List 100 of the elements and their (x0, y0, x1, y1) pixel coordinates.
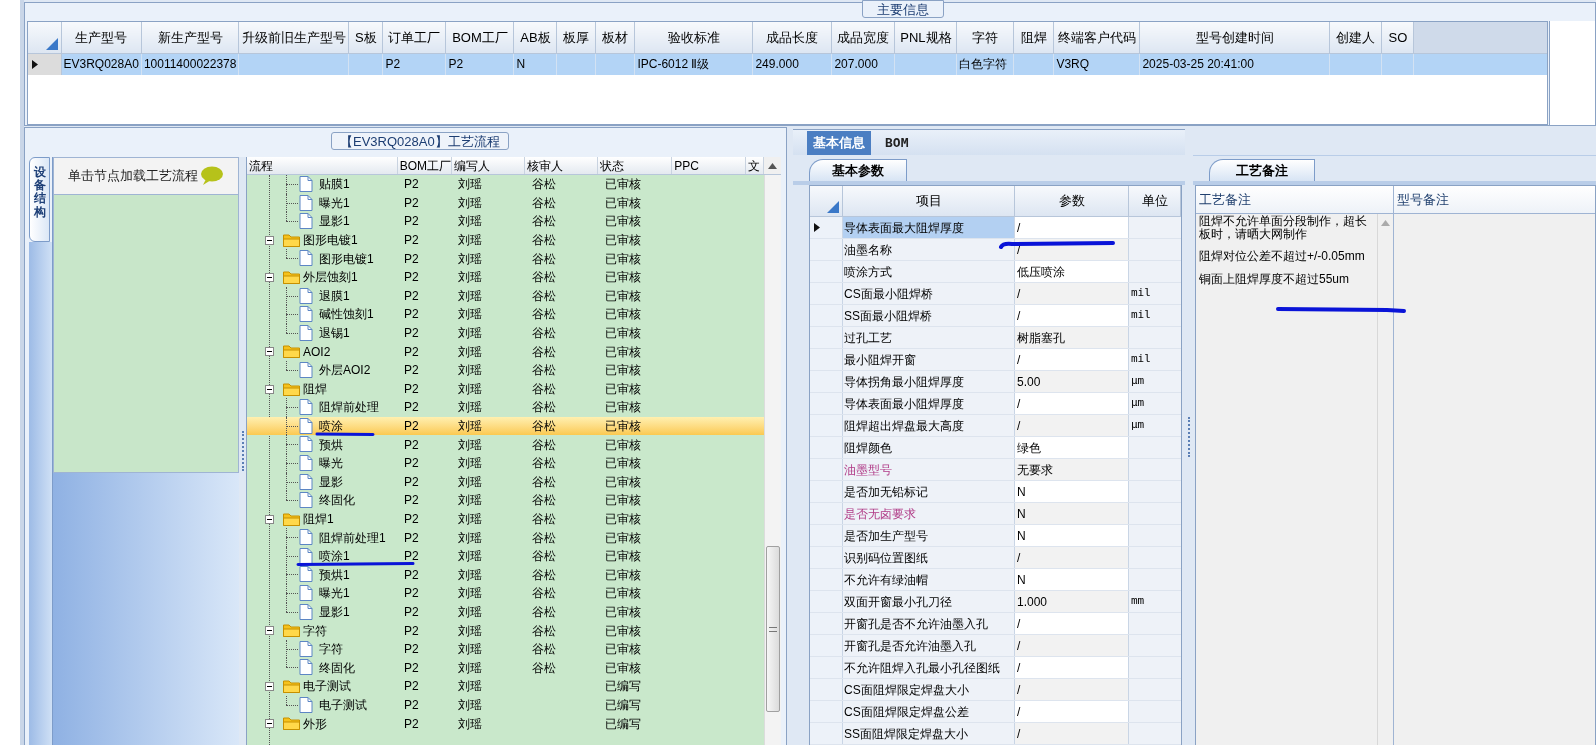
table-row[interactable]: 是否加生产型号 N (810, 525, 1181, 547)
column-header[interactable]: 板厚 (556, 22, 596, 53)
column-header[interactable]: S板 (348, 22, 383, 53)
table-row[interactable]: 过孔工艺 树脂塞孔 (810, 327, 1181, 349)
column-header[interactable]: 验收标准 (634, 22, 753, 53)
tree-row[interactable]: AOI2 P2 刘瑶 谷松 已审核 (247, 342, 765, 361)
tree-row[interactable]: 预烘 P2 刘瑶 谷松 已审核 (247, 435, 765, 454)
tab[interactable]: 基本参数 (809, 159, 907, 181)
tree-row[interactable]: 曝光 P2 刘瑶 谷松 已审核 (247, 453, 765, 473)
tree-node-label[interactable]: 字符 (303, 621, 327, 640)
tree-node-label[interactable]: 预烘1 (319, 565, 350, 584)
tree-row[interactable]: 喷涂 P2 刘瑶 谷松 已审核 (247, 416, 765, 436)
tree-row[interactable]: 外层AOI2 P2 刘瑶 谷松 已审核 (247, 360, 765, 380)
collapse-icon[interactable] (265, 235, 274, 245)
collapse-icon[interactable] (265, 719, 274, 729)
tree-node-label[interactable]: 外层蚀刻1 (303, 268, 358, 287)
table-row[interactable]: 油墨名称 / (810, 239, 1181, 261)
tree-row[interactable]: 外层蚀刻1 P2 刘瑶 谷松 已审核 (247, 267, 765, 287)
column-header[interactable]: 升级前旧生产型号 (238, 22, 349, 53)
tab[interactable]: 基本信息 (807, 131, 871, 155)
column-header[interactable]: 订单工厂 (382, 22, 446, 53)
table-row[interactable]: 不允许阻焊入孔最小孔径图纸 / (810, 657, 1181, 679)
table-row[interactable]: 阻焊颜色 绿色 (810, 437, 1181, 459)
column-header[interactable]: BOM工厂 (445, 22, 514, 53)
tree-node-label[interactable]: 显影1 (319, 212, 350, 231)
table-row[interactable]: 导体拐角最小阻焊厚度 5.00 μm (810, 371, 1181, 393)
column-header[interactable]: 编写人 (451, 157, 526, 174)
tree-node-label[interactable]: 曝光 (319, 454, 343, 473)
tree-node-label[interactable]: 阻焊前处理1 (319, 528, 386, 547)
column-header[interactable]: 流程 (247, 157, 398, 174)
tree-row[interactable]: 退膜1 P2 刘瑶 谷松 已审核 (247, 286, 765, 306)
column-header[interactable]: 参数 (1015, 186, 1129, 216)
tree-row[interactable]: 电子测试 P2 刘瑶 已编写 (247, 695, 765, 715)
column-header[interactable]: 型号创建时间 (1139, 22, 1330, 53)
column-header[interactable]: 核审人 (525, 157, 599, 174)
tree-row[interactable]: 显影1 P2 刘瑶 谷松 已审核 (247, 212, 765, 231)
column-header[interactable]: 创建人 (1329, 22, 1382, 53)
tree-node-label[interactable]: 电子测试 (319, 695, 367, 714)
tree-node-label[interactable]: 阻焊前处理 (319, 398, 379, 417)
tab[interactable]: BOM (879, 131, 915, 155)
tree-node-label[interactable]: 终固化 (319, 491, 355, 510)
tree-row[interactable]: 喷涂1 P2 刘瑶 谷松 已审核 (247, 546, 765, 566)
table-row[interactable]: EV3RQ028A0 10011400022378 P2 P2 N IPC-6012 Ⅱ级 249.000 207.000 白色字符 V3RQ 2025-03-25 20:41:00 (28, 53, 1547, 75)
column-header[interactable]: 工艺备注 (1196, 186, 1394, 213)
collapse-icon[interactable] (265, 682, 274, 692)
tree-node-label[interactable]: 碱性蚀刻1 (319, 305, 374, 324)
tree-row[interactable]: 曝光1 P2 刘瑶 谷松 已审核 (247, 584, 765, 603)
table-row[interactable]: CS面阻焊限定焊盘大小 / (810, 679, 1181, 701)
scroll-thumb[interactable] (766, 546, 781, 712)
tree-row[interactable]: 退锡1 P2 刘瑶 谷松 已审核 (247, 323, 765, 343)
tree-row[interactable]: 阻焊前处理1 P2 刘瑶 谷松 已审核 (247, 528, 765, 547)
tree-row[interactable]: 曝光1 P2 刘瑶 谷松 已审核 (247, 193, 765, 213)
column-header[interactable]: PNL规格 (894, 22, 957, 53)
column-header[interactable]: 阻焊 (1013, 22, 1054, 53)
table-row[interactable]: 喷涂方式 低压喷涂 (810, 261, 1181, 283)
table-row[interactable]: 双面开窗最小孔刀径 1.000 mm (810, 591, 1181, 613)
scrollbar[interactable] (764, 175, 781, 745)
tree-node-label[interactable]: 外形 (303, 714, 327, 733)
table-row[interactable]: CS面阻焊限定焊盘公差 / (810, 701, 1181, 723)
column-header[interactable]: 生产型号 (61, 22, 142, 53)
column-header[interactable]: 单位 (1129, 186, 1181, 216)
collapse-icon[interactable] (265, 272, 274, 282)
tab[interactable]: 工艺备注 (1209, 159, 1315, 181)
tree-node-label[interactable]: AOI2 (303, 342, 331, 361)
tree-node-label[interactable]: 曝光1 (319, 584, 350, 603)
tree-node-label[interactable]: 图形电镀1 (319, 249, 374, 268)
tree-row[interactable]: 终固化 P2 刘瑶 谷松 已审核 (247, 658, 765, 678)
table-row[interactable]: CS面最小阻焊桥 / mil (810, 283, 1181, 305)
column-header[interactable]: 板材 (595, 22, 635, 53)
table-row[interactable]: SS面阻焊限定焊盘大小 / (810, 723, 1181, 745)
tree-node-label[interactable]: 外层AOI2 (319, 361, 371, 380)
table-row[interactable]: 导体表面最大阻焊厚度 / (810, 217, 1181, 239)
tree-node-label[interactable]: 预烘 (319, 435, 343, 454)
collapse-icon[interactable] (265, 384, 274, 394)
table-row[interactable]: 阻焊超出焊盘最大高度 / μm (810, 415, 1181, 437)
column-header[interactable]: PPC (672, 157, 747, 174)
tree-node-label[interactable]: 字符 (319, 640, 343, 659)
tree-node-label[interactable]: 电子测试 (303, 677, 351, 696)
column-header[interactable]: BOM工厂 (397, 157, 452, 174)
tree-node-label[interactable]: 喷涂1 (319, 547, 350, 566)
tree-row[interactable]: 显影 P2 刘瑶 谷松 已审核 (247, 472, 765, 492)
tree-row[interactable]: 字符 P2 刘瑶 谷松 已审核 (247, 639, 765, 659)
column-header[interactable]: 状态 (598, 157, 673, 174)
column-header[interactable]: 项目 (843, 186, 1015, 216)
tree-node-label[interactable]: 阻焊 (303, 379, 327, 398)
table-row[interactable]: 开窗孔是否允许油墨入孔 / (810, 635, 1181, 657)
tree-node-label[interactable]: 退膜1 (319, 286, 350, 305)
tree-node-label[interactable]: 退锡1 (319, 324, 350, 343)
tree-row[interactable]: 终固化 P2 刘瑶 谷松 已审核 (247, 491, 765, 510)
table-row[interactable]: 不允许有绿油帽 N (810, 569, 1181, 591)
collapse-icon[interactable] (265, 347, 274, 357)
table-row[interactable]: 油墨型号 无要求 (810, 459, 1181, 481)
tree-row[interactable]: 图形电镀1 P2 刘瑶 谷松 已审核 (247, 249, 765, 268)
tree-node-label[interactable]: 显影1 (319, 602, 350, 621)
table-row[interactable]: 是否加无铅标记 N (810, 481, 1181, 503)
tree-row[interactable]: 阻焊1 P2 刘瑶 谷松 已审核 (247, 509, 765, 529)
tree-node-label[interactable]: 贴膜1 (319, 175, 350, 194)
table-row[interactable]: 识别码位置图纸 / (810, 547, 1181, 569)
tree-node-label[interactable]: 终固化 (319, 658, 355, 677)
tree-row[interactable]: 阻焊前处理 P2 刘瑶 谷松 已审核 (247, 398, 765, 417)
